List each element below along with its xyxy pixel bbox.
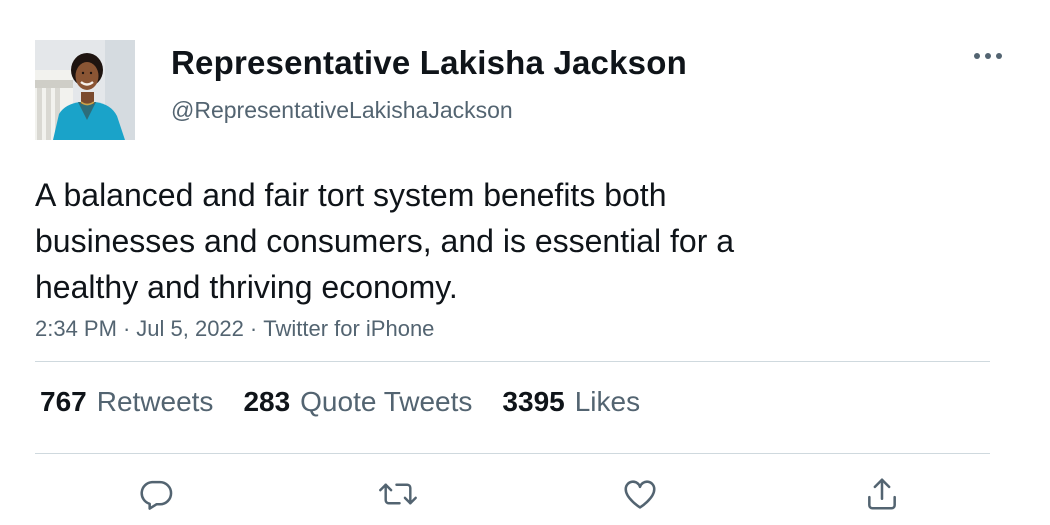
tweet-stats: 767 Retweets 283 Quote Tweets 3395 Likes [40, 386, 640, 418]
more-icon [974, 53, 1002, 59]
tweet-text-line: businesses and consumers, and is essenti… [35, 223, 735, 259]
retweet-button[interactable] [376, 472, 420, 516]
avatar-photo [35, 40, 135, 140]
tweet-text-line: A balanced and fair tort system benefits… [35, 177, 667, 213]
like-button[interactable] [618, 472, 662, 516]
meta-separator: · [122, 316, 131, 341]
retweets-count: 767 [40, 386, 87, 417]
divider [35, 361, 990, 362]
quote-tweets-count: 283 [243, 386, 291, 417]
retweet-icon [379, 483, 417, 505]
tweet-text-line: healthy and thriving economy. [35, 269, 458, 305]
share-button[interactable] [860, 472, 904, 516]
reply-icon [140, 480, 173, 510]
more-options-button[interactable] [968, 40, 1008, 72]
tweet-actions [0, 472, 1050, 518]
author-display-name[interactable]: Representative Lakisha Jackson [171, 44, 687, 82]
tweet-meta: 2:34 PM · Jul 5, 2022 · Twitter for iPhone [35, 316, 434, 342]
tweet-time[interactable]: 2:34 PM [35, 316, 117, 341]
share-icon [868, 478, 896, 510]
likes-stat[interactable]: 3395 Likes [502, 386, 640, 418]
quote-tweets-label: Quote Tweets [300, 386, 473, 417]
likes-label: Likes [574, 386, 641, 417]
reply-button[interactable] [134, 472, 178, 516]
author-handle[interactable]: @RepresentativeLakishaJackson [171, 97, 513, 124]
quote-tweets-stat[interactable]: 283 Quote Tweets [243, 386, 472, 418]
retweets-stat[interactable]: 767 Retweets [40, 386, 213, 418]
tweet-card: Representative Lakisha Jackson @Represen… [0, 0, 1050, 525]
likes-count: 3395 [502, 386, 565, 417]
retweets-label: Retweets [96, 386, 214, 417]
meta-separator: · [249, 316, 258, 341]
tweet-text: A balanced and fair tort system benefits… [35, 172, 915, 310]
divider [35, 453, 990, 454]
avatar[interactable] [35, 40, 135, 140]
tweet-date[interactable]: Jul 5, 2022 [136, 316, 244, 341]
heart-icon [624, 480, 656, 509]
tweet-source[interactable]: Twitter for iPhone [263, 316, 434, 341]
